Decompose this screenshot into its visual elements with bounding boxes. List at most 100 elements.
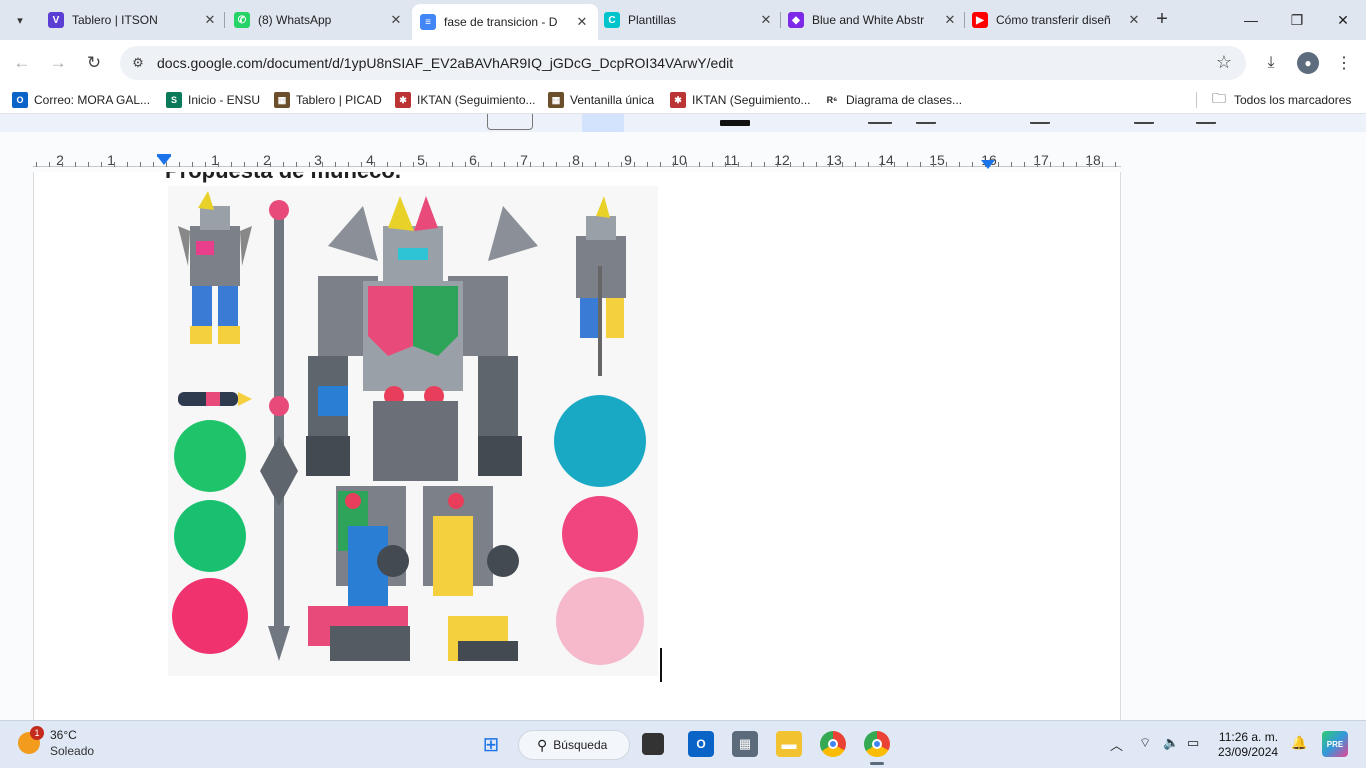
- ruler-tick: [270, 162, 271, 167]
- ruler-tick: [595, 162, 596, 167]
- browser-tab[interactable]: ✆ (8) WhatsApp ✕: [226, 6, 412, 34]
- bookmark-item[interactable]: ✱ IKTAN (Seguimiento...: [395, 91, 536, 109]
- tab-close-icon[interactable]: ✕: [388, 12, 404, 28]
- ruler-tick: [751, 162, 752, 167]
- image-icon[interactable]: [916, 116, 936, 124]
- bookmark-item[interactable]: ▦ Tablero | PICAD: [274, 91, 382, 109]
- font-size-box[interactable]: [487, 114, 533, 130]
- active-app-indicator: [870, 762, 884, 765]
- chrome-profile-icon[interactable]: [864, 731, 890, 757]
- ruler-tick: [530, 162, 531, 167]
- new-tab-button[interactable]: +: [1150, 6, 1174, 34]
- ruler-number: 18: [1085, 152, 1101, 168]
- browser-tab[interactable]: C Plantillas ✕: [596, 6, 782, 34]
- ruler-tick: [621, 162, 622, 167]
- ruler-tick: [231, 162, 232, 167]
- ruler-tick: [764, 162, 765, 167]
- close-window-button[interactable]: ✕: [1320, 0, 1366, 40]
- ruler-tick: [478, 162, 479, 167]
- bookmark-label: Ventanilla única: [570, 93, 655, 107]
- restore-button[interactable]: ❐: [1274, 0, 1320, 40]
- outlook-icon[interactable]: O: [688, 731, 714, 757]
- ruler-tick: [218, 162, 219, 167]
- left-indent-marker[interactable]: [157, 156, 171, 165]
- browser-tab[interactable]: ▶ Cómo transferir diseñ ✕: [964, 6, 1150, 34]
- all-bookmarks-button[interactable]: 🗀 Todos los marcadores: [1212, 90, 1351, 109]
- text-color-indicator[interactable]: [720, 120, 750, 126]
- ruler-tick: [491, 162, 492, 167]
- battery-icon[interactable]: ▭: [1187, 735, 1199, 751]
- calculator-icon[interactable]: ▦: [732, 731, 758, 757]
- ruler-tick: [1076, 162, 1077, 167]
- file-explorer-icon[interactable]: ▬: [776, 731, 802, 757]
- numbered-list-icon[interactable]: [1196, 116, 1216, 124]
- tab-title: Blue and White Abstr: [812, 13, 925, 27]
- bookmark-item[interactable]: ✱ IKTAN (Seguimiento...: [670, 91, 811, 109]
- document-page[interactable]: Propuesta de muñeco.: [33, 172, 1121, 720]
- site-info-icon[interactable]: ⚙: [130, 55, 146, 71]
- bookmark-item[interactable]: S Inicio - ENSU: [166, 91, 260, 109]
- ruler-tick: [322, 162, 323, 167]
- copilot-icon[interactable]: PRE: [1322, 731, 1348, 757]
- chrome-icon[interactable]: [820, 731, 846, 757]
- ruler-tick: [296, 162, 297, 167]
- comment-icon[interactable]: [868, 116, 892, 124]
- first-line-indent-marker[interactable]: [157, 154, 171, 157]
- tab-close-icon[interactable]: ✕: [942, 12, 958, 28]
- clock-date: 23/09/2024: [1218, 745, 1279, 759]
- wifi-icon[interactable]: ⌔: [1139, 735, 1151, 751]
- minimize-button[interactable]: —: [1228, 0, 1274, 40]
- reload-button[interactable]: ↻: [80, 49, 108, 77]
- line-spacing-icon[interactable]: [1030, 116, 1050, 124]
- tab-close-icon[interactable]: ✕: [202, 12, 218, 28]
- bookmark-star-icon[interactable]: ☆: [1216, 52, 1232, 73]
- ruler-tick: [1050, 162, 1051, 167]
- browser-tab[interactable]: ◆ Blue and White Abstr ✕: [780, 6, 966, 34]
- bookmarks-bar: O Correo: MORA GAL... S Inicio - ENSU ▦ Table…: [0, 86, 1366, 114]
- ruler-tick: [36, 162, 37, 167]
- start-button[interactable]: ⊞: [478, 731, 504, 757]
- menu-kebab-icon[interactable]: ⋮: [1331, 50, 1357, 76]
- ruler-number: 4: [366, 152, 374, 168]
- ruler-tick: [465, 162, 466, 167]
- ruler-number: 3: [314, 152, 322, 168]
- ruler-tick: [62, 162, 63, 167]
- bold-button[interactable]: [582, 114, 624, 132]
- address-bar[interactable]: ⚙ docs.google.com/document/d/1ypU8nSIAF_…: [120, 46, 1246, 80]
- download-icon[interactable]: ⤓: [1258, 50, 1284, 76]
- volume-icon[interactable]: 🔈: [1163, 735, 1179, 751]
- ruler-tick: [933, 162, 934, 167]
- profile-avatar[interactable]: ●: [1297, 52, 1319, 74]
- back-button[interactable]: ←: [8, 49, 36, 77]
- bookmark-item[interactable]: ▦ Ventanilla única: [548, 91, 654, 109]
- bookmark-item[interactable]: O Correo: MORA GAL...: [12, 91, 150, 109]
- show-hidden-icons[interactable]: ︿: [1110, 735, 1123, 754]
- right-indent-marker[interactable]: [981, 160, 995, 169]
- system-clock[interactable]: 11:26 a. m. 23/09/2024: [1218, 730, 1278, 760]
- taskbar-search[interactable]: ⚲ Búsqueda: [518, 730, 630, 760]
- tab-close-icon[interactable]: ✕: [1126, 12, 1142, 28]
- ruler-tick: [153, 162, 154, 167]
- browser-tab[interactable]: ≡ fase de transicion - D ✕: [412, 4, 598, 40]
- ruler-tick: [400, 162, 401, 167]
- ruler-tick: [335, 162, 336, 167]
- tab-favicon-icon: C: [604, 12, 620, 28]
- browser-tab[interactable]: V Tablero | ITSON ✕: [40, 6, 226, 34]
- robot-image[interactable]: [168, 186, 658, 676]
- ruler-tick: [1089, 162, 1090, 167]
- tab-search-button[interactable]: ▾: [6, 6, 34, 34]
- tab-favicon-icon: V: [48, 12, 64, 28]
- ruler-tick: [439, 162, 440, 167]
- task-view-icon[interactable]: [642, 733, 664, 755]
- list-icon[interactable]: [1134, 116, 1154, 124]
- ruler-tick: [244, 162, 245, 167]
- bookmark-item[interactable]: R⁶ Diagrama de clases...: [824, 91, 962, 109]
- tab-close-icon[interactable]: ✕: [758, 12, 774, 28]
- weather-widget[interactable]: 1 36°C Soleado: [18, 726, 94, 759]
- tab-close-icon[interactable]: ✕: [574, 14, 590, 30]
- notifications-bell-icon[interactable]: 🔔: [1291, 735, 1307, 751]
- document-canvas[interactable]: Propuesta de muñeco.: [0, 172, 1366, 720]
- horizontal-ruler[interactable]: 2 1 1 2 3 4 5 6 7 8 9 10 11 12 13 14 15 16 17 18: [0, 132, 1366, 172]
- forward-button[interactable]: →: [44, 49, 72, 77]
- windows-taskbar: 1 36°C Soleado ⊞ ⚲ Búsqueda O ▦ ▬ ︿ ⌔ 🔈 …: [0, 720, 1366, 768]
